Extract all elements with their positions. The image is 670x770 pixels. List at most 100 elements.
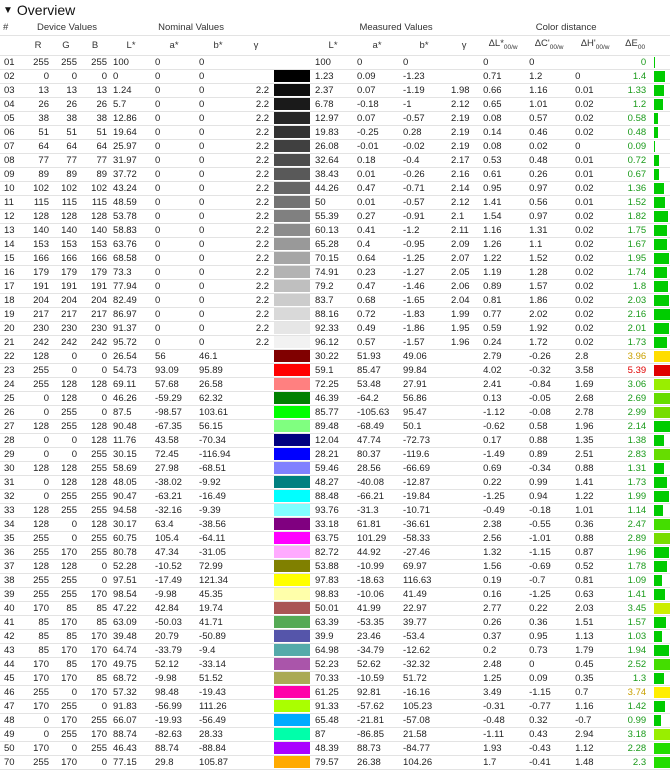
cell-dc: 0.88: [526, 433, 573, 448]
cell-dh: 2.68: [572, 391, 619, 406]
cell-ml: 28.21: [312, 447, 355, 462]
cell-nb: 0: [196, 307, 241, 322]
cell-r: 0: [24, 447, 52, 462]
cell-nb: -38.56: [196, 517, 241, 532]
cell-r: 255: [24, 573, 52, 588]
section-header[interactable]: ▼ Overview: [0, 0, 670, 20]
cell-dc: 1.86: [526, 293, 573, 308]
delta-e-bar: [654, 70, 666, 82]
cell-dc: 0.43: [526, 727, 573, 742]
cell-ng: [240, 69, 273, 84]
cell-nl: 90.47: [110, 489, 153, 504]
table-row: 28 0 0 128 11.76 43.58 -70.34 12.04 47.74 -72.73 0…: [0, 433, 670, 448]
delta-e-bar-cell: [652, 713, 670, 728]
cell-de: 2.03: [618, 293, 653, 308]
cell-n: 50: [0, 741, 24, 756]
cell-mg: [448, 657, 481, 672]
cell-nb: -33.14: [196, 657, 241, 672]
cell-mg: [448, 349, 481, 364]
cell-dl: 1.41: [480, 195, 527, 210]
cell-de: 1.99: [618, 489, 653, 504]
cell-mg: [448, 545, 481, 560]
cell-mg: [448, 55, 481, 70]
cell-dc: -1.01: [526, 531, 573, 546]
cell-nl: 30.15: [110, 447, 153, 462]
color-swatch-cell: [272, 209, 313, 224]
table-row: 50 170 0 255 46.43 88.74 -88.84 48.39 88.73 -84.7…: [0, 741, 670, 756]
cell-ng: 2.2: [240, 321, 273, 336]
delta-e-bar-cell: [652, 601, 670, 616]
color-swatch-cell: [272, 433, 313, 448]
cell-r: 0: [24, 475, 52, 490]
color-swatch: [274, 322, 311, 335]
cell-ma: 0.01: [354, 167, 401, 182]
delta-e-bar: [654, 756, 670, 768]
cell-r: 0: [24, 713, 52, 728]
cell-nl: 58.83: [110, 223, 153, 238]
cell-nl: 11.76: [110, 433, 153, 448]
cell-de: 0.48: [618, 125, 653, 140]
cell-dc: -0.26: [526, 349, 573, 364]
cell-nb: -9.4: [196, 643, 241, 658]
delta-e-bar-cell: [652, 251, 670, 266]
cell-ng: [240, 503, 273, 518]
cell-b: 170: [80, 587, 111, 602]
table-row: 34 128 0 128 30.17 63.4 -38.56 33.18 61.81 -36.61…: [0, 517, 670, 532]
cell-na: 0: [152, 111, 197, 126]
color-swatch-cell: [272, 83, 313, 98]
color-swatch-cell: [272, 279, 313, 294]
cell-nl: 87.5: [110, 405, 153, 420]
cell-dh: 0.88: [572, 531, 619, 546]
cell-dl: 3.49: [480, 685, 527, 700]
cell-nb: 46.1: [196, 349, 241, 364]
cell-ma: -68.49: [354, 419, 401, 434]
delta-e-bar-cell: [652, 657, 670, 672]
cell-ma: -21.81: [354, 713, 401, 728]
color-swatch-cell: [272, 713, 313, 728]
delta-e-bar-cell: [652, 321, 670, 336]
triangle-down-icon[interactable]: ▼: [3, 5, 13, 16]
cell-dc: 1.92: [526, 321, 573, 336]
cell-g: 77: [52, 153, 80, 168]
cell-n: 04: [0, 97, 24, 112]
cell-g: 255: [52, 699, 80, 714]
cell-dc: 0.99: [526, 475, 573, 490]
cell-de: 0.72: [618, 153, 653, 168]
cell-ma: -10.06: [354, 587, 401, 602]
col-b: B: [80, 35, 111, 56]
cell-b: 13: [80, 83, 111, 98]
cell-dh: 0.01: [572, 167, 619, 182]
delta-e-bar-cell: [652, 587, 670, 602]
color-swatch-cell: [272, 685, 313, 700]
cell-ng: 2.2: [240, 209, 273, 224]
table-row: 18 204 204 204 82.49 0 0 2.2 83.7 0.68 -1.65 2.04 0.…: [0, 293, 670, 308]
color-swatch-cell: [272, 251, 313, 266]
cell-g: 85: [52, 629, 80, 644]
cell-ng: [240, 685, 273, 700]
header-nominal-values: Nominal Values: [110, 20, 273, 36]
cell-nl: 68.72: [110, 671, 153, 686]
cell-mb: -0.91: [400, 209, 449, 224]
cell-r: 255: [24, 363, 52, 378]
cell-mg: 1.98: [448, 83, 481, 98]
cell-b: 0: [80, 405, 111, 420]
cell-de: 2.16: [618, 307, 653, 322]
delta-e-bar: [654, 504, 664, 516]
cell-na: 56: [152, 349, 197, 364]
cell-ng: 2.2: [240, 153, 273, 168]
cell-g: 38: [52, 111, 80, 126]
cell-mg: [448, 573, 481, 588]
cell-b: 255: [80, 545, 111, 560]
cell-dc: 0.32: [526, 713, 573, 728]
color-swatch: [274, 490, 311, 503]
cell-ma: 0.01: [354, 195, 401, 210]
cell-ml: 70.15: [312, 251, 355, 266]
cell-ml: 38.43: [312, 167, 355, 182]
cell-nb: -9.39: [196, 503, 241, 518]
cell-ml: 65.28: [312, 237, 355, 252]
cell-mg: [448, 433, 481, 448]
cell-dc: 0: [526, 657, 573, 672]
cell-ma: 92.81: [354, 685, 401, 700]
table-row: 47 170 255 0 91.83 -56.99 111.26 91.33 -57.62 105…: [0, 699, 670, 714]
cell-g: 170: [52, 713, 80, 728]
